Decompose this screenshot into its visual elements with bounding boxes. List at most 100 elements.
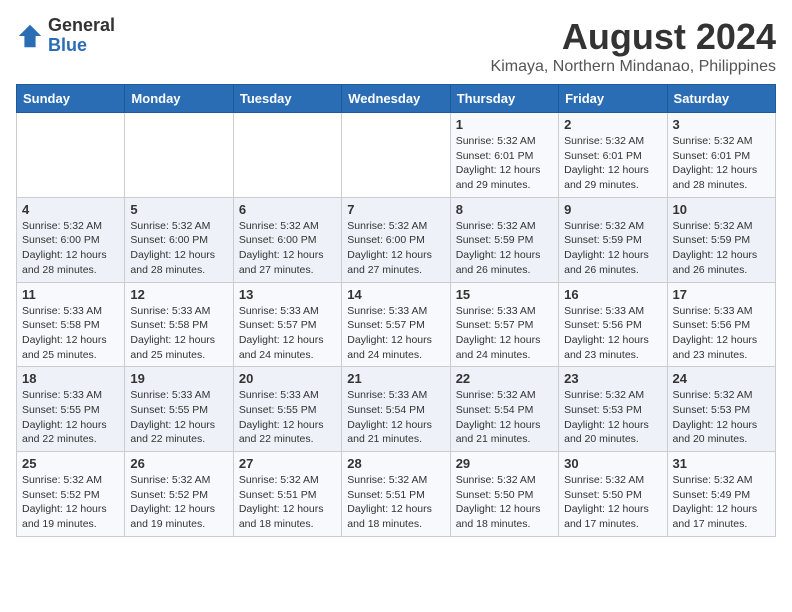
calendar-cell: 2 Sunrise: 5:32 AM Sunset: 6:01 PM Daylig… [559,113,667,198]
day-number: 2 [564,117,661,132]
cell-content: Sunrise: 5:33 AM Sunset: 5:55 PM Dayligh… [130,388,227,447]
day-number: 29 [456,456,553,471]
day-number: 10 [673,202,770,217]
cell-content: Sunrise: 5:33 AM Sunset: 5:55 PM Dayligh… [239,388,336,447]
calendar-cell: 28Sunrise: 5:32 AM Sunset: 5:51 PM Dayli… [342,452,450,537]
day-number: 23 [564,371,661,386]
calendar-cell: 24 Sunrise: 5:32 AM Sunset: 5:53 PM Dayli… [667,367,775,452]
cell-content: Sunrise: 5:33 AM Sunset: 5:57 PM Dayligh… [239,304,336,363]
day-number: 5 [130,202,227,217]
cell-content: Sunrise: 5:33 AM Sunset: 5:58 PM Dayligh… [22,304,119,363]
header-row: SundayMondayTuesdayWednesdayThursdayFrid… [17,85,776,113]
calendar-cell: 26 Sunrise: 5:32 AM Sunset: 5:52 PM Dayli… [125,452,233,537]
header-cell-saturday: Saturday [667,85,775,113]
cell-content: Sunrise: 5:32 AM Sunset: 6:01 PM Dayligh… [564,134,661,193]
cell-content: Sunrise: 5:32 AM Sunset: 5:53 PM Dayligh… [673,388,770,447]
day-number: 8 [456,202,553,217]
cell-content: Sunrise: 5:32 AM Sunset: 5:51 PM Dayligh… [239,473,336,532]
calendar-cell [125,113,233,198]
header: General Blue August 2024 Kimaya, Norther… [16,16,776,76]
cell-content: Sunrise: 5:32 AM Sunset: 5:53 PM Dayligh… [564,388,661,447]
calendar-cell: 3Sunrise: 5:32 AM Sunset: 6:01 PM Daylig… [667,113,775,198]
cell-content: Sunrise: 5:32 AM Sunset: 5:52 PM Dayligh… [22,473,119,532]
title-section: August 2024 Kimaya, Northern Mindanao, P… [491,16,776,76]
cell-content: Sunrise: 5:33 AM Sunset: 5:58 PM Dayligh… [130,304,227,363]
calendar-cell: 7 Sunrise: 5:32 AM Sunset: 6:00 PM Daylig… [342,197,450,282]
calendar-cell: 30 Sunrise: 5:32 AM Sunset: 5:50 PM Dayli… [559,452,667,537]
location-subtitle: Kimaya, Northern Mindanao, Philippines [491,58,776,76]
cell-content: Sunrise: 5:32 AM Sunset: 6:00 PM Dayligh… [130,219,227,278]
day-number: 24 [673,371,770,386]
day-number: 7 [347,202,444,217]
header-cell-tuesday: Tuesday [233,85,341,113]
day-number: 14 [347,287,444,302]
month-title: August 2024 [491,16,776,58]
day-number: 3 [673,117,770,132]
calendar-cell: 20 Sunrise: 5:33 AM Sunset: 5:55 PM Dayli… [233,367,341,452]
calendar-cell: 10 Sunrise: 5:32 AM Sunset: 5:59 PM Dayli… [667,197,775,282]
logo: General Blue [16,16,115,56]
calendar-cell: 31Sunrise: 5:32 AM Sunset: 5:49 PM Dayli… [667,452,775,537]
day-number: 27 [239,456,336,471]
calendar-cell [17,113,125,198]
day-number: 20 [239,371,336,386]
calendar-cell: 13Sunrise: 5:33 AM Sunset: 5:57 PM Dayli… [233,282,341,367]
day-number: 28 [347,456,444,471]
logo-text: General Blue [48,16,115,56]
day-number: 25 [22,456,119,471]
cell-content: Sunrise: 5:33 AM Sunset: 5:54 PM Dayligh… [347,388,444,447]
week-row-4: 18 Sunrise: 5:33 AM Sunset: 5:55 PM Dayli… [17,367,776,452]
cell-content: Sunrise: 5:33 AM Sunset: 5:57 PM Dayligh… [347,304,444,363]
header-cell-sunday: Sunday [17,85,125,113]
cell-content: Sunrise: 5:32 AM Sunset: 5:59 PM Dayligh… [564,219,661,278]
logo-blue: Blue [48,36,115,56]
cell-content: Sunrise: 5:33 AM Sunset: 5:57 PM Dayligh… [456,304,553,363]
day-number: 11 [22,287,119,302]
calendar-cell: 17 Sunrise: 5:33 AM Sunset: 5:56 PM Dayli… [667,282,775,367]
day-number: 17 [673,287,770,302]
calendar-cell [233,113,341,198]
week-row-5: 25 Sunrise: 5:32 AM Sunset: 5:52 PM Dayli… [17,452,776,537]
cell-content: Sunrise: 5:33 AM Sunset: 5:56 PM Dayligh… [673,304,770,363]
calendar-cell: 22Sunrise: 5:32 AM Sunset: 5:54 PM Dayli… [450,367,558,452]
day-number: 6 [239,202,336,217]
calendar-body: 1Sunrise: 5:32 AM Sunset: 6:01 PM Daylig… [17,113,776,537]
day-number: 18 [22,371,119,386]
calendar-table: SundayMondayTuesdayWednesdayThursdayFrid… [16,84,776,537]
day-number: 26 [130,456,227,471]
logo-icon [16,22,44,50]
calendar-cell: 9Sunrise: 5:32 AM Sunset: 5:59 PM Daylig… [559,197,667,282]
cell-content: Sunrise: 5:32 AM Sunset: 6:00 PM Dayligh… [347,219,444,278]
cell-content: Sunrise: 5:32 AM Sunset: 6:00 PM Dayligh… [239,219,336,278]
cell-content: Sunrise: 5:32 AM Sunset: 5:50 PM Dayligh… [564,473,661,532]
calendar-cell: 15Sunrise: 5:33 AM Sunset: 5:57 PM Dayli… [450,282,558,367]
logo-general: General [48,16,115,36]
calendar-cell: 19Sunrise: 5:33 AM Sunset: 5:55 PM Dayli… [125,367,233,452]
calendar-cell: 12 Sunrise: 5:33 AM Sunset: 5:58 PM Dayli… [125,282,233,367]
day-number: 21 [347,371,444,386]
cell-content: Sunrise: 5:32 AM Sunset: 5:59 PM Dayligh… [673,219,770,278]
calendar-header: SundayMondayTuesdayWednesdayThursdayFrid… [17,85,776,113]
calendar-cell: 18Sunrise: 5:33 AM Sunset: 5:55 PM Dayli… [17,367,125,452]
header-cell-friday: Friday [559,85,667,113]
calendar-cell: 4Sunrise: 5:32 AM Sunset: 6:00 PM Daylig… [17,197,125,282]
calendar-cell: 14 Sunrise: 5:33 AM Sunset: 5:57 PM Dayli… [342,282,450,367]
calendar-cell: 21 Sunrise: 5:33 AM Sunset: 5:54 PM Dayli… [342,367,450,452]
header-cell-wednesday: Wednesday [342,85,450,113]
cell-content: Sunrise: 5:33 AM Sunset: 5:56 PM Dayligh… [564,304,661,363]
day-number: 12 [130,287,227,302]
cell-content: Sunrise: 5:32 AM Sunset: 5:59 PM Dayligh… [456,219,553,278]
header-cell-thursday: Thursday [450,85,558,113]
calendar-cell: 27 Sunrise: 5:32 AM Sunset: 5:51 PM Dayli… [233,452,341,537]
cell-content: Sunrise: 5:32 AM Sunset: 6:01 PM Dayligh… [456,134,553,193]
header-cell-monday: Monday [125,85,233,113]
week-row-3: 11 Sunrise: 5:33 AM Sunset: 5:58 PM Dayli… [17,282,776,367]
calendar-cell [342,113,450,198]
cell-content: Sunrise: 5:32 AM Sunset: 5:49 PM Dayligh… [673,473,770,532]
calendar-cell: 16Sunrise: 5:33 AM Sunset: 5:56 PM Dayli… [559,282,667,367]
calendar-cell: 23 Sunrise: 5:32 AM Sunset: 5:53 PM Dayli… [559,367,667,452]
day-number: 30 [564,456,661,471]
cell-content: Sunrise: 5:32 AM Sunset: 5:52 PM Dayligh… [130,473,227,532]
calendar-cell: 6 Sunrise: 5:32 AM Sunset: 6:00 PM Daylig… [233,197,341,282]
calendar-cell: 1Sunrise: 5:32 AM Sunset: 6:01 PM Daylig… [450,113,558,198]
